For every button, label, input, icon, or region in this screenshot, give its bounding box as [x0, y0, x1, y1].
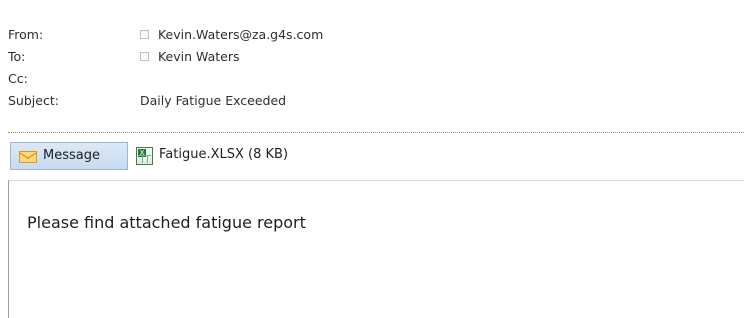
- envelope-icon: [19, 151, 37, 163]
- checkbox-icon[interactable]: [140, 52, 149, 61]
- checkbox-icon[interactable]: [140, 30, 149, 39]
- spreadsheet-grid-icon: [138, 155, 151, 163]
- body-text: Please find attached fatigue report: [27, 213, 306, 232]
- subject-label: Subject:: [8, 93, 59, 108]
- to-label: To:: [8, 49, 26, 64]
- message-tab-label: Message: [43, 148, 100, 163]
- subject-value: Daily Fatigue Exceeded: [140, 93, 287, 108]
- cc-label: Cc:: [8, 71, 28, 86]
- to-value[interactable]: Kevin Waters: [140, 46, 239, 68]
- from-address[interactable]: Kevin.Waters@za.g4s.com: [158, 27, 323, 42]
- message-header: From: Kevin.Waters@za.g4s.com To: Kevin …: [8, 24, 744, 134]
- message-body: Please find attached fatigue report: [8, 180, 744, 318]
- cc-row: Cc:: [8, 68, 744, 90]
- attachment-fatigue-xlsx[interactable]: X Fatigue.XLSX (8 KB): [136, 142, 346, 170]
- from-row: From: Kevin.Waters@za.g4s.com: [8, 24, 744, 46]
- to-row: To: Kevin Waters: [8, 46, 744, 68]
- attachment-label: Fatigue.XLSX (8 KB): [159, 147, 289, 162]
- email-preview-window: From: Kevin.Waters@za.g4s.com To: Kevin …: [0, 0, 744, 318]
- to-recipient[interactable]: Kevin Waters: [158, 49, 240, 64]
- excel-file-icon: X: [136, 147, 153, 165]
- attachment-tab-strip: Message X Fatigue.XLSX (8 KB): [8, 142, 744, 172]
- subject-row: Subject: Daily Fatigue Exceeded: [8, 90, 744, 112]
- from-label: From:: [8, 27, 44, 42]
- message-tab[interactable]: Message: [10, 142, 128, 170]
- top-clipped-text: [0, 0, 744, 8]
- header-separator: [8, 132, 744, 133]
- from-value[interactable]: Kevin.Waters@za.g4s.com: [140, 24, 323, 46]
